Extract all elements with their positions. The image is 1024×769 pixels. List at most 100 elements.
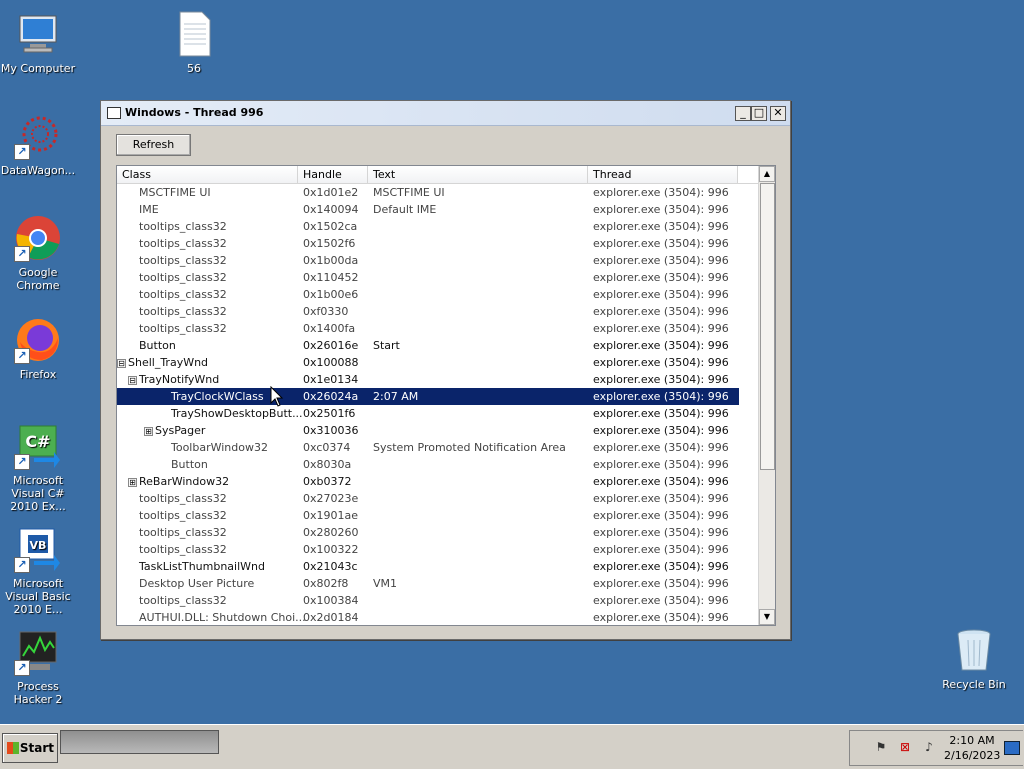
cell-handle: 0x110452 [303, 271, 359, 284]
refresh-button[interactable]: Refresh [116, 134, 191, 156]
desktop-icon-chrome[interactable]: ↗ Google Chrome [0, 214, 78, 292]
cell-text: MSCTFIME UI [373, 186, 445, 199]
desktop-icon-recycle-bin[interactable]: Recycle Bin [934, 626, 1014, 691]
desktop-icon-visual-basic[interactable]: VB ↗ Microsoft Visual Basic 2010 E... [0, 525, 78, 616]
class-name: TaskListThumbnailWnd [139, 560, 265, 573]
desktop-icon-datawagon[interactable]: ↗ DataWagon... [0, 112, 78, 177]
class-name: MSCTFIME UI [139, 186, 211, 199]
datawagon-icon: ↗ [14, 112, 62, 160]
column-header-text[interactable]: Text [368, 166, 588, 183]
mouse-cursor-icon [270, 386, 284, 407]
cell-handle: 0x280260 [303, 526, 359, 539]
cell-thread: explorer.exe (3504): 996 [593, 186, 729, 199]
tree-row[interactable]: tooltips_class32 0x280260 explorer.exe (35… [117, 524, 739, 541]
show-desktop-icon[interactable] [1004, 741, 1020, 755]
class-name: tooltips_class32 [139, 492, 227, 505]
expand-icon[interactable]: ⊞ [144, 426, 153, 436]
maximize-button[interactable]: □ [751, 106, 767, 121]
tree-row[interactable]: ⊟ Shell_TrayWnd 0x100088 explorer.exe (3504… [117, 354, 739, 371]
cell-handle: 0x1400fa [303, 322, 356, 335]
tree-row[interactable]: ⊟ TrayNotifyWnd 0x1e0134 explorer.exe (3504… [117, 371, 739, 388]
vertical-scrollbar[interactable]: ▲ ▼ [758, 166, 775, 625]
cell-class: Button [117, 337, 319, 354]
minimize-button[interactable]: _ [735, 106, 751, 121]
cell-thread: explorer.exe (3504): 996 [593, 492, 729, 505]
svg-text:C#: C# [25, 432, 50, 451]
class-name: tooltips_class32 [139, 594, 227, 607]
taskbar-window-button[interactable] [60, 730, 219, 754]
tree-row[interactable]: TrayClockWClass 0x26024a 2:07 AM explorer.e… [117, 388, 739, 405]
close-button[interactable]: ✕ [770, 106, 786, 121]
start-button[interactable]: Start [2, 733, 58, 763]
system-tray: ⚑ ⊠ ♪ 2:10 AM 2/16/2023 [849, 730, 1023, 766]
column-header-thread[interactable]: Thread [588, 166, 738, 183]
tree-row[interactable]: ⊞ ReBarWindow32 0xb0372 explorer.exe (3504)… [117, 473, 739, 490]
volume-icon[interactable]: ♪ [922, 740, 936, 754]
cell-handle: 0x21043c [303, 560, 358, 573]
class-name: TrayShowDesktopButt... [171, 407, 303, 420]
cell-text: Default IME [373, 203, 437, 216]
tree-row[interactable]: IME 0x140094 Default IME explorer.exe (3504… [117, 201, 739, 218]
tree-row[interactable]: Desktop User Picture 0x802f8 VM1 explorer.e… [117, 575, 739, 592]
collapse-icon[interactable]: ⊟ [128, 375, 137, 385]
class-name: TrayClockWClass [171, 390, 264, 403]
cell-handle: 0x140094 [303, 203, 359, 216]
cell-handle: 0x802f8 [303, 577, 349, 590]
column-header-row: Class Handle Text Thread [117, 166, 759, 184]
cell-class: Desktop User Picture [117, 575, 319, 592]
cell-handle: 0xf0330 [303, 305, 349, 318]
class-name: ToolbarWindow32 [171, 441, 268, 454]
network-error-icon[interactable]: ⊠ [898, 740, 912, 754]
tree-row[interactable]: tooltips_class32 0x1b00da explorer.exe (35… [117, 252, 739, 269]
tree-row[interactable]: tooltips_class32 0x1502f6 explorer.exe (35… [117, 235, 739, 252]
tree-row[interactable]: MSCTFIME UI 0x1d01e2 MSCTFIME UI explorer.e… [117, 184, 739, 201]
action-center-icon[interactable]: ⚑ [874, 740, 888, 754]
tree-row[interactable]: AUTHUI.DLL: Shutdown Choi... 0x2d0184 expl… [117, 609, 739, 625]
column-header-class[interactable]: Class [117, 166, 298, 183]
tree-row[interactable]: ⊞ SysPager 0x310036 explorer.exe (3504): 99… [117, 422, 739, 439]
tree-row[interactable]: tooltips_class32 0x1901ae explorer.exe (35… [117, 507, 739, 524]
scrollbar-thumb[interactable] [760, 183, 775, 470]
cell-thread: explorer.exe (3504): 996 [593, 577, 729, 590]
desktop-icon-process-hacker[interactable]: ↗ Process Hacker 2 [0, 628, 78, 706]
tree-row[interactable]: Button 0x8030a explorer.exe (3504): 996 [117, 456, 739, 473]
desktop-icon-56[interactable]: 56 [154, 10, 234, 75]
tree-row[interactable]: TaskListThumbnailWnd 0x21043c explorer.exe… [117, 558, 739, 575]
window-title: Windows - Thread 996 [125, 106, 264, 119]
cell-handle: 0x1b00da [303, 254, 359, 267]
text-file-icon [170, 10, 218, 58]
tree-row[interactable]: tooltips_class32 0x100322 explorer.exe (35… [117, 541, 739, 558]
tree-row[interactable]: tooltips_class32 0x100384 explorer.exe (35… [117, 592, 739, 609]
cell-handle: 0x1502ca [303, 220, 358, 233]
cell-thread: explorer.exe (3504): 996 [593, 611, 729, 624]
column-header-handle[interactable]: Handle [298, 166, 368, 183]
desktop-icon-label: Firefox [19, 368, 57, 381]
clock[interactable]: 2:10 AM 2/16/2023 [944, 733, 1000, 763]
class-name: TrayNotifyWnd [139, 373, 220, 386]
collapse-icon[interactable]: ⊟ [117, 358, 126, 368]
cell-class: tooltips_class32 [117, 269, 319, 286]
tree-row[interactable]: tooltips_class32 0x1400fa explorer.exe (35… [117, 320, 739, 337]
cell-class: tooltips_class32 [117, 218, 319, 235]
cell-thread: explorer.exe (3504): 996 [593, 458, 729, 471]
tree-row[interactable]: tooltips_class32 0x1b00e6 explorer.exe (35… [117, 286, 739, 303]
tree-row[interactable]: tooltips_class32 0x1502ca explorer.exe (35… [117, 218, 739, 235]
cell-class: AUTHUI.DLL: Shutdown Choi... [117, 609, 319, 625]
tree-row[interactable]: TrayShowDesktopButt... 0x2501f6 explorer.e… [117, 405, 739, 422]
desktop-icon-visual-csharp[interactable]: C# ↗ Microsoft Visual C# 2010 Ex... [0, 422, 78, 513]
tree-row[interactable]: Button 0x26016e Start explorer.exe (3504): … [117, 337, 739, 354]
tree-row[interactable]: ToolbarWindow32 0xc0374 System Promoted No… [117, 439, 739, 456]
scroll-up-arrow-icon[interactable]: ▲ [759, 166, 775, 182]
window-titlebar[interactable]: Windows - Thread 996 _ □ ✕ [101, 101, 790, 126]
tree-row[interactable]: tooltips_class32 0xf0330 explorer.exe (350… [117, 303, 739, 320]
tree-row[interactable]: tooltips_class32 0x27023e explorer.exe (35… [117, 490, 739, 507]
desktop-icon-my-computer[interactable]: My Computer [0, 10, 78, 75]
tree-row[interactable]: tooltips_class32 0x110452 explorer.exe (35… [117, 269, 739, 286]
cell-class: tooltips_class32 [117, 235, 319, 252]
windows-tree-list[interactable]: Class Handle Text Thread MSCTFIME UI 0x1d… [116, 165, 776, 626]
desktop-icon-firefox[interactable]: ↗ Firefox [0, 316, 78, 381]
expand-icon[interactable]: ⊞ [128, 477, 137, 487]
scroll-down-arrow-icon[interactable]: ▼ [759, 609, 775, 625]
cell-handle: 0x26024a [303, 390, 359, 403]
cell-class: tooltips_class32 [117, 252, 319, 269]
